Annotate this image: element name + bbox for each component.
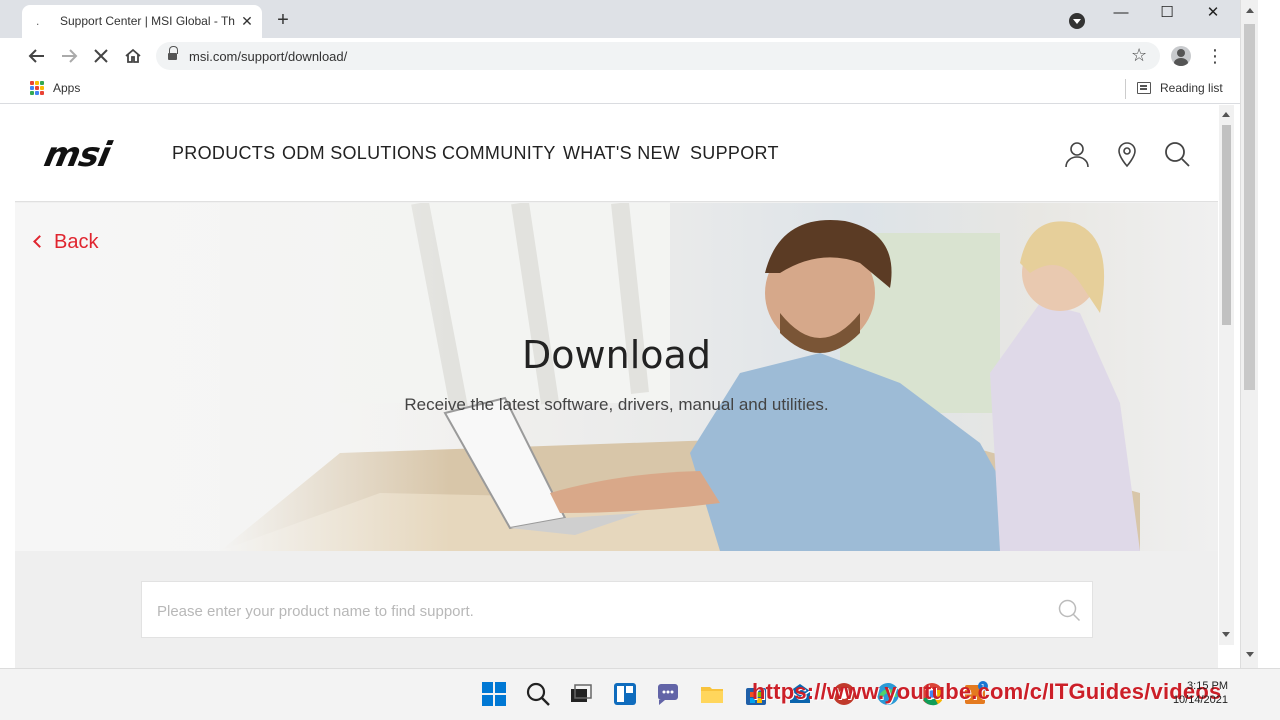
back-label: Back [54,231,99,253]
tab-close-icon[interactable]: ✕ [238,12,256,30]
search-section [15,551,1218,668]
window-scrollbar[interactable] [1240,0,1258,668]
tab-search-icon[interactable] [1069,13,1085,29]
hero-banner: Back Download Receive the latest softwar… [15,203,1218,551]
close-window-button[interactable]: ✕ [1190,0,1236,30]
user-icon[interactable] [1063,140,1091,168]
address-url[interactable]: msi.com/support/download/ [189,49,347,64]
tab-title: Support Center | MSI Global - Th [60,14,235,28]
back-arrow-icon[interactable] [26,45,48,67]
reading-list-button[interactable]: Reading list [1160,81,1223,95]
loading-dot-icon: . [36,14,40,28]
window-right-margin [1258,0,1280,668]
lock-icon[interactable] [168,46,178,61]
search-icon[interactable] [525,681,551,707]
search-box[interactable] [141,581,1093,638]
task-view-icon[interactable] [568,681,594,707]
home-icon[interactable] [122,45,144,67]
clock-date: 10/14/2021 [1172,694,1228,706]
scroll-down-icon[interactable] [1246,652,1254,657]
page-title: Download [522,333,711,377]
browser-menu-icon[interactable]: ⋮ [1206,45,1224,67]
forward-arrow-icon[interactable] [58,45,80,67]
msi-logo[interactable]: msi [41,135,114,175]
apps-bookmark[interactable]: Apps [53,81,80,95]
nav-odm-solutions[interactable]: ODM SOLUTIONS [282,143,437,164]
stop-loading-icon[interactable] [90,45,112,67]
bookmarks-divider [1125,79,1126,99]
location-pin-icon[interactable] [1113,140,1141,168]
browser-tab-bar: . Support Center | MSI Global - Th ✕ + —… [0,0,1280,38]
search-icon[interactable] [1163,140,1191,168]
channel-watermark: https://www.youtube.com/c/ITGuides/video… [752,679,1222,704]
browser-toolbar: msi.com/support/download/ ☆ ⋮ [0,38,1240,74]
reading-list-icon[interactable] [1137,82,1151,94]
product-search-input[interactable] [157,600,1037,622]
windows-start-icon[interactable] [481,681,507,707]
address-bar[interactable]: msi.com/support/download/ ☆ [156,42,1160,70]
page-left-margin [0,105,15,668]
page-scrollbar[interactable] [1219,105,1234,645]
profile-avatar-icon[interactable] [1171,46,1191,66]
nav-community[interactable]: COMMUNITY [442,143,556,164]
search-submit-icon[interactable] [1057,598,1081,622]
nav-whats-new[interactable]: WHAT'S NEW [563,143,680,164]
browser-tab[interactable]: . Support Center | MSI Global - Th ✕ [22,5,262,38]
teams-chat-icon[interactable] [655,681,681,707]
web-page: msi PRODUCTS ODM SOLUTIONS COMMUNITY WHA… [15,105,1218,668]
nav-products[interactable]: PRODUCTS [172,143,275,164]
widgets-icon[interactable] [612,681,638,707]
scroll-up-icon[interactable] [1246,8,1254,13]
chevron-left-icon [33,235,46,248]
nav-support[interactable]: SUPPORT [690,143,779,164]
clock-time: 3:15 PM [1187,680,1228,692]
office-photo [220,203,1140,551]
bookmarks-bar: Apps Reading list [0,74,1240,104]
scrollbar-thumb[interactable] [1222,125,1231,325]
new-tab-button[interactable]: + [272,9,294,31]
scrollbar-thumb[interactable] [1244,24,1255,390]
file-explorer-icon[interactable] [699,681,725,707]
page-subtitle: Receive the latest software, drivers, ma… [404,395,829,414]
site-header: msi PRODUCTS ODM SOLUTIONS COMMUNITY WHA… [15,105,1218,202]
windows-taskbar: 1 https://www.youtube.com/c/ITGuides/vid… [0,668,1280,720]
bookmark-star-icon[interactable]: ☆ [1131,45,1147,66]
back-link[interactable]: Back [33,231,99,254]
maximize-button[interactable]: ☐ [1144,0,1190,30]
apps-grid-icon[interactable] [30,81,44,95]
system-clock[interactable]: 3:15 PM 10/14/2021 [1172,679,1228,707]
scroll-up-icon[interactable] [1222,112,1230,117]
minimize-button[interactable]: — [1098,0,1144,30]
scroll-down-icon[interactable] [1222,632,1230,637]
